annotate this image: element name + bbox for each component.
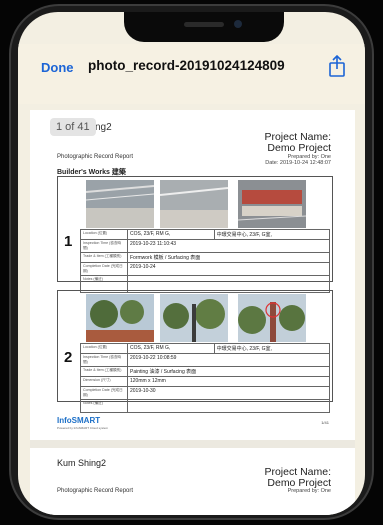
- phone-screen: Done photo_record-20191024124809 1 of 41…: [18, 12, 365, 515]
- record-number: 1: [64, 233, 73, 250]
- next-page-report-title: Photographic Record Report: [57, 488, 134, 494]
- record-info-table: Location (位置) COS, 23/F, RM G, 中環交易中心, 23/…: [80, 343, 331, 413]
- page-counter: 1 of 41: [50, 118, 96, 136]
- record-photo: [238, 294, 306, 342]
- logo-tagline: Powered by InfoSMART Cloud system: [57, 426, 109, 430]
- record-block-2: 2 Location (位置) COS, 23/F, RM G, 中環交易中心, 2…: [57, 290, 333, 413]
- record-block-1: 1 Location (位置) COS, 23/F, RM G, 中環交易中心, 2…: [57, 176, 333, 293]
- page-number: 1/41: [321, 420, 329, 425]
- record-name-cut: ng2: [95, 122, 112, 133]
- pdf-viewer[interactable]: 1 of 41 ng2 Project Name: Demo Project P…: [30, 110, 355, 515]
- notch: [124, 12, 284, 42]
- record-info-table: Location (位置) COS, 23/F, RM G, 中環交易中心, 23/…: [80, 229, 331, 293]
- prepared-info: Prepared by: One Date: 2019-10-24 12:48:…: [265, 154, 331, 166]
- next-page-project: Project Name: Demo Project: [264, 466, 331, 489]
- document-title: photo_record-20191024124809: [88, 58, 285, 73]
- record-photo: [160, 294, 228, 342]
- share-icon[interactable]: [328, 55, 346, 77]
- done-button[interactable]: Done: [41, 60, 74, 75]
- report-title: Photographic Record Report: [57, 154, 134, 160]
- record-photo: [160, 180, 228, 228]
- record-photo: [238, 180, 306, 228]
- next-page-prepared: Prepared by: One: [287, 488, 331, 494]
- record-photo: [86, 294, 154, 342]
- record-photo: [86, 180, 154, 228]
- infosmart-logo: InfoSMART: [57, 416, 101, 425]
- next-page-record-name: Kum Shing2: [57, 458, 107, 468]
- record-number: 2: [64, 349, 73, 366]
- project-name: Project Name: Demo Project: [264, 131, 331, 154]
- page-separator: [30, 440, 355, 448]
